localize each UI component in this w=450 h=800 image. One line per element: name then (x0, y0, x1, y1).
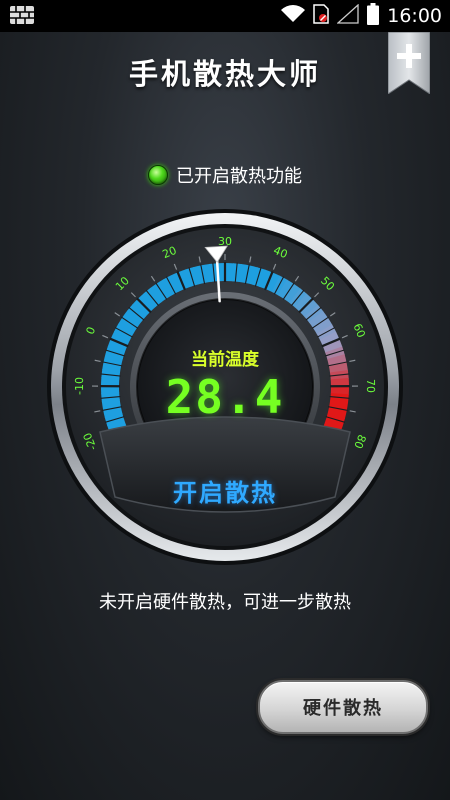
status-bar: 16:00 (0, 0, 450, 32)
title-bar: 手机散热大师 (0, 32, 450, 112)
hardware-cooling-button[interactable]: 硬件散热 (258, 680, 428, 734)
signal-icon (336, 3, 359, 28)
hardware-cooling-label: 硬件散热 (303, 698, 383, 719)
app-grid-icon (10, 6, 34, 28)
start-cooling-label: 开启散热 (173, 478, 277, 507)
add-button[interactable] (387, 31, 431, 95)
temperature-gauge: -20 -10 0 10 20 30 40 50 60 70 80 当前温度 28.4 开启散热 (45, 207, 405, 567)
wifi-icon (281, 5, 306, 27)
status-time: 16:00 (387, 5, 442, 27)
current-temperature-value: 28.4 (165, 370, 285, 424)
battery-icon (367, 3, 380, 29)
status-indicator-icon (148, 165, 168, 185)
cooling-status-text: 已开启散热功能 (176, 166, 302, 187)
current-temperature-label: 当前温度 (191, 350, 259, 370)
app-title: 手机散热大师 (128, 57, 321, 91)
plus-icon (387, 31, 431, 95)
cooling-status: 已开启散热功能 (0, 160, 450, 190)
sim-blocked-icon (313, 4, 329, 28)
start-cooling-button[interactable]: 开启散热 (135, 465, 315, 515)
hint-text: 未开启硬件散热，可进一步散热 (99, 592, 351, 613)
